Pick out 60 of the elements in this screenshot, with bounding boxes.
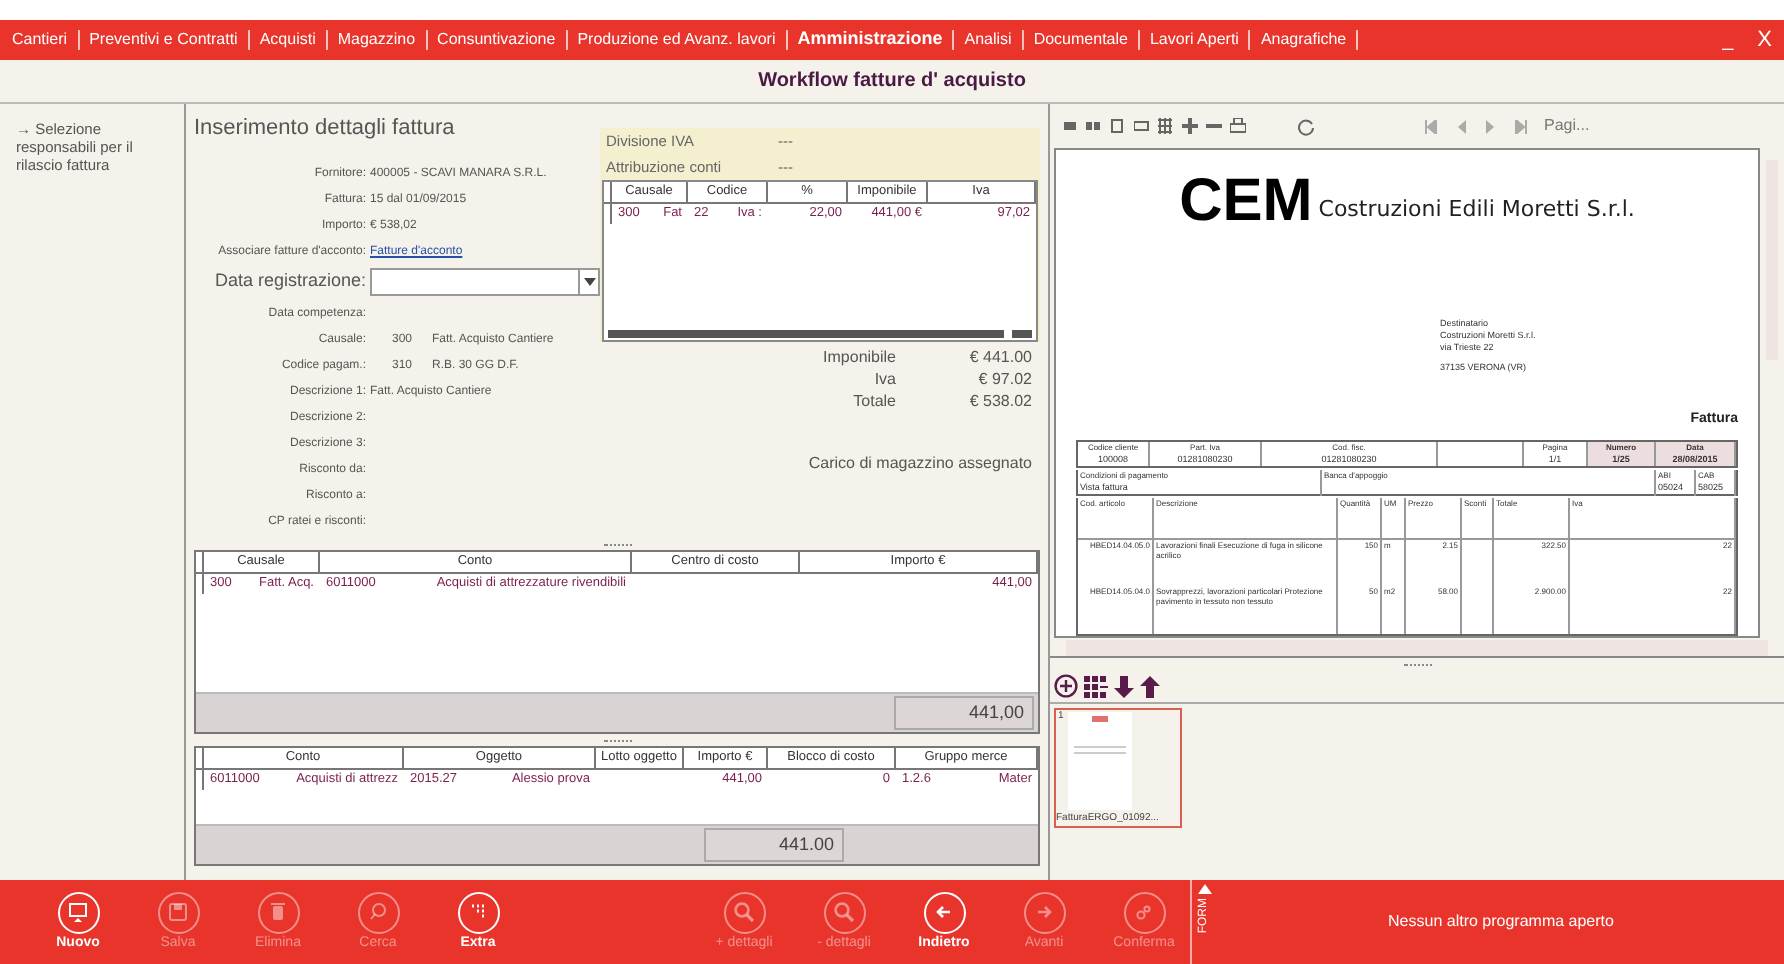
rotate-icon[interactable] bbox=[1298, 117, 1316, 135]
splitter-handle[interactable] bbox=[603, 543, 631, 545]
minimize-button[interactable]: _ bbox=[1722, 25, 1734, 55]
search-icon bbox=[357, 891, 399, 933]
company-name: Costruzioni Edili Moretti S.r.l. bbox=[1318, 193, 1635, 225]
menu-item[interactable]: Analisi bbox=[964, 28, 1012, 52]
splitter-handle[interactable] bbox=[603, 739, 631, 741]
page-label: Pagi... bbox=[1544, 114, 1590, 138]
menu-item[interactable]: Consuntivazione bbox=[437, 28, 556, 52]
total-value: € 538.02 bbox=[967, 389, 1034, 413]
status-text: Carico di magazzino assegnato bbox=[806, 452, 1034, 476]
close-button[interactable]: X bbox=[1757, 23, 1772, 57]
menu-item[interactable]: Acquisti bbox=[259, 28, 316, 52]
two-page-icon[interactable] bbox=[1086, 118, 1102, 134]
menu-item[interactable]: Cantieri bbox=[12, 28, 68, 52]
caret-icon bbox=[583, 277, 595, 285]
magnifier-icon bbox=[823, 891, 865, 933]
trash-icon bbox=[257, 891, 299, 933]
arrow-up-icon[interactable] bbox=[1140, 675, 1160, 697]
menu-item[interactable]: Magazzino bbox=[337, 28, 416, 52]
grid-icon[interactable] bbox=[1084, 675, 1108, 697]
total-label: Imponibile bbox=[821, 345, 896, 369]
total-field: 441.00 bbox=[704, 828, 844, 862]
menu-item[interactable]: Amministrazione bbox=[797, 26, 943, 54]
grid-icon[interactable] bbox=[1158, 118, 1174, 134]
splitter-handle[interactable] bbox=[1403, 663, 1431, 665]
menu-item[interactable]: Anagrafiche bbox=[1260, 28, 1347, 52]
triangle-icon[interactable] bbox=[1198, 884, 1212, 894]
status-text: Nessun altro programma aperto bbox=[1388, 910, 1614, 934]
menu-item[interactable]: Documentale bbox=[1033, 28, 1128, 52]
print-icon[interactable] bbox=[1230, 118, 1246, 134]
arrow-right-icon bbox=[1023, 891, 1065, 933]
arrow-left-icon bbox=[923, 891, 965, 933]
zoom-in-icon[interactable] bbox=[1182, 118, 1198, 134]
menu-item[interactable]: Lavori Aperti bbox=[1149, 28, 1239, 52]
horizontal-scrollbar[interactable] bbox=[604, 326, 1036, 340]
gears-icon bbox=[1123, 891, 1165, 933]
horizontal-scrollbar[interactable] bbox=[1050, 638, 1784, 658]
page-title: Workflow fatture d' acquisto bbox=[758, 68, 1026, 96]
zoom-out-icon[interactable] bbox=[1206, 118, 1222, 134]
arrow-down-icon[interactable] bbox=[1114, 675, 1134, 697]
total-value: € 441.00 bbox=[967, 345, 1034, 369]
total-field: 441,00 bbox=[894, 696, 1034, 730]
add-icon[interactable] bbox=[1054, 674, 1078, 698]
monitor-icon bbox=[57, 891, 99, 933]
company-logo: CEM bbox=[1179, 174, 1313, 230]
total-label: Iva bbox=[872, 367, 896, 391]
magnifier-icon bbox=[723, 891, 765, 933]
total-value: € 97.02 bbox=[976, 367, 1034, 391]
page-icon[interactable] bbox=[1110, 118, 1126, 134]
fit-page-icon[interactable] bbox=[1134, 118, 1150, 134]
field-label: Data registrazione: bbox=[212, 267, 366, 294]
dots-icon bbox=[457, 891, 499, 933]
menu-item[interactable]: Preventivi e Contratti bbox=[89, 28, 238, 52]
menu-item[interactable]: Produzione ed Avanz. lavori bbox=[577, 28, 776, 52]
single-page-icon[interactable] bbox=[1062, 118, 1078, 134]
section-title: Inserimento dettagli fattura bbox=[194, 114, 457, 144]
total-label: Totale bbox=[851, 389, 896, 413]
page-preview bbox=[1067, 712, 1132, 809]
date-dropdown[interactable] bbox=[370, 267, 600, 295]
